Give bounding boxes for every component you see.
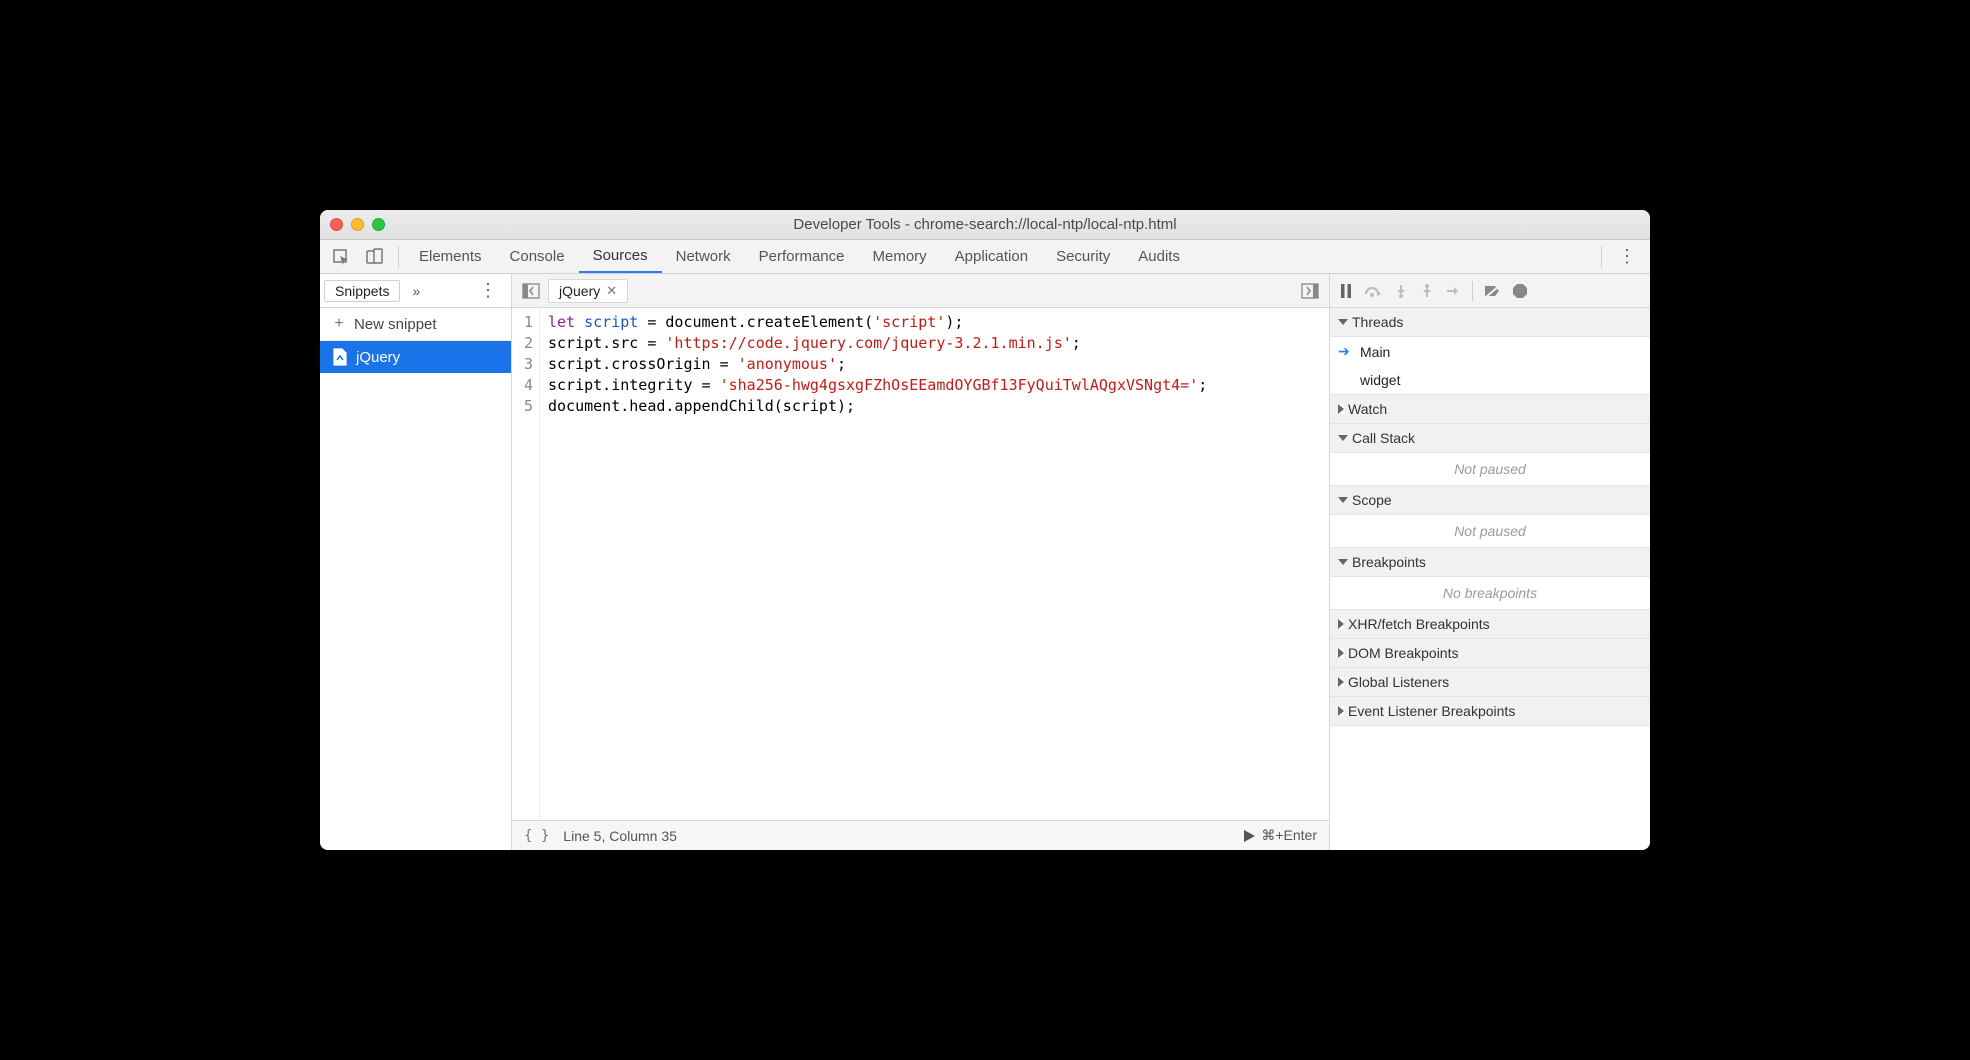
editor-status-bar: { } Line 5, Column 35 ⌘+Enter [512, 820, 1329, 850]
thread-item[interactable]: widget [1330, 366, 1650, 394]
window-controls [330, 218, 385, 231]
step-over-icon[interactable] [1364, 284, 1382, 298]
sidebar-more-tabs-icon[interactable]: » [406, 283, 426, 299]
section-label: Breakpoints [1352, 554, 1426, 570]
file-tab-label: jQuery [559, 283, 600, 299]
navigator-sidebar: Snippets » ⋮ + New snippet jQuery [320, 274, 512, 850]
window-title: Developer Tools - chrome-search://local-… [330, 216, 1640, 233]
editor-pane: jQuery ✕ 12345 let script = document.cre… [512, 274, 1330, 850]
new-snippet-button[interactable]: + New snippet [320, 308, 511, 341]
tab-sources[interactable]: Sources [579, 240, 662, 273]
more-options-icon[interactable]: ⋮ [1608, 246, 1646, 267]
snippet-name: jQuery [356, 349, 400, 366]
snippet-item[interactable]: jQuery [320, 341, 511, 373]
dom-header[interactable]: DOM Breakpoints [1330, 639, 1650, 668]
tab-application[interactable]: Application [941, 240, 1042, 273]
disclosure-triangle-icon [1338, 677, 1344, 687]
tab-memory[interactable]: Memory [859, 240, 941, 273]
step-out-icon[interactable] [1420, 284, 1434, 298]
step-icon[interactable] [1446, 285, 1460, 297]
section-label: Watch [1348, 401, 1387, 417]
breakpoints-header[interactable]: Breakpoints [1330, 548, 1650, 577]
disclosure-triangle-icon [1338, 319, 1348, 325]
code-content[interactable]: let script = document.createElement('scr… [540, 308, 1215, 820]
disclosure-triangle-icon [1338, 559, 1348, 565]
breakpoints-empty: No breakpoints [1330, 577, 1650, 609]
section-label: Call Stack [1352, 430, 1415, 446]
callstack-empty: Not paused [1330, 453, 1650, 485]
pause-on-exceptions-icon[interactable] [1513, 284, 1527, 298]
thread-name: Main [1360, 344, 1390, 360]
snippet-file-icon [332, 348, 348, 366]
sidebar-tabs: Snippets » ⋮ [320, 274, 511, 308]
close-tab-icon[interactable]: ✕ [606, 283, 617, 299]
watch-header[interactable]: Watch [1330, 395, 1650, 424]
section-label: DOM Breakpoints [1348, 645, 1458, 661]
section-label: Scope [1352, 492, 1392, 508]
panel-tabs: ElementsConsoleSourcesNetworkPerformance… [405, 240, 1595, 273]
disclosure-triangle-icon [1338, 435, 1348, 441]
run-snippet-button[interactable]: ⌘+Enter [1244, 827, 1317, 844]
current-thread-arrow-icon: ➔ [1338, 343, 1352, 360]
disclosure-triangle-icon [1338, 648, 1344, 658]
run-shortcut-label: ⌘+Enter [1261, 827, 1317, 844]
step-into-icon[interactable] [1394, 284, 1408, 298]
titlebar: Developer Tools - chrome-search://local-… [320, 210, 1650, 240]
minimize-window-button[interactable] [351, 218, 364, 231]
sidebar-options-icon[interactable]: ⋮ [469, 280, 507, 301]
tab-audits[interactable]: Audits [1124, 240, 1194, 273]
disclosure-triangle-icon [1338, 619, 1344, 629]
inspect-element-icon[interactable] [324, 248, 358, 266]
toggle-navigator-icon[interactable] [518, 281, 544, 301]
xhr-header[interactable]: XHR/fetch Breakpoints [1330, 610, 1650, 639]
scope-empty: Not paused [1330, 515, 1650, 547]
toolbar-separator [1601, 246, 1602, 268]
tab-console[interactable]: Console [496, 240, 579, 273]
tab-network[interactable]: Network [662, 240, 745, 273]
tab-elements[interactable]: Elements [405, 240, 496, 273]
toggle-debugger-icon[interactable] [1297, 281, 1323, 301]
play-icon [1244, 830, 1255, 842]
close-window-button[interactable] [330, 218, 343, 231]
cursor-position: Line 5, Column 35 [563, 828, 677, 844]
disclosure-triangle-icon [1338, 497, 1348, 503]
section-label: Global Listeners [1348, 674, 1449, 690]
editor-toolbar: jQuery ✕ [512, 274, 1329, 308]
scope-header[interactable]: Scope [1330, 486, 1650, 515]
thread-name: widget [1360, 372, 1400, 388]
toolbar-separator [398, 246, 399, 268]
tab-security[interactable]: Security [1042, 240, 1124, 273]
main-toolbar: ElementsConsoleSourcesNetworkPerformance… [320, 240, 1650, 274]
main-area: Snippets » ⋮ + New snippet jQuery jQuery… [320, 274, 1650, 850]
plus-icon: + [332, 315, 346, 333]
deactivate-breakpoints-icon[interactable] [1485, 284, 1501, 298]
thread-item[interactable]: ➔ Main [1330, 337, 1650, 366]
new-snippet-label: New snippet [354, 316, 437, 333]
threads-header[interactable]: Threads [1330, 308, 1650, 337]
editor-file-tab[interactable]: jQuery ✕ [548, 279, 628, 303]
devtools-window: Developer Tools - chrome-search://local-… [320, 210, 1650, 850]
pause-icon[interactable] [1340, 284, 1352, 298]
call-stack-header[interactable]: Call Stack [1330, 424, 1650, 453]
pretty-print-icon[interactable]: { } [524, 828, 549, 844]
line-gutter: 12345 [512, 308, 540, 820]
disclosure-triangle-icon [1338, 706, 1344, 716]
tab-performance[interactable]: Performance [745, 240, 859, 273]
device-toggle-icon[interactable] [358, 248, 392, 266]
section-label: Event Listener Breakpoints [1348, 703, 1515, 719]
code-editor[interactable]: 12345 let script = document.createElemen… [512, 308, 1329, 820]
section-label: Threads [1352, 314, 1403, 330]
disclosure-triangle-icon [1338, 404, 1344, 414]
global-header[interactable]: Global Listeners [1330, 668, 1650, 697]
debugger-pane: Threads➔ Main widget Watch Call Stack Not pau… [1330, 274, 1650, 850]
zoom-window-button[interactable] [372, 218, 385, 231]
debugger-toolbar [1330, 274, 1650, 308]
debugger-separator [1472, 281, 1473, 301]
sidebar-tab-snippets[interactable]: Snippets [324, 280, 400, 302]
evt-header[interactable]: Event Listener Breakpoints [1330, 697, 1650, 726]
section-label: XHR/fetch Breakpoints [1348, 616, 1490, 632]
